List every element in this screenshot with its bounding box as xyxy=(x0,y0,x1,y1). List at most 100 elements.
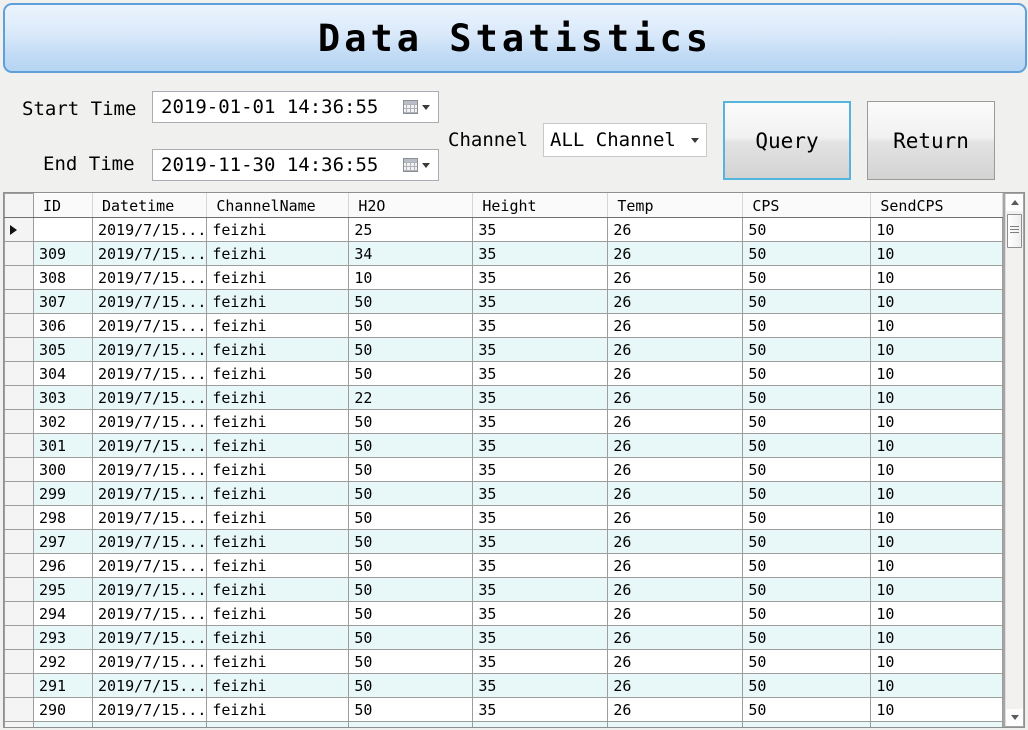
cell-id[interactable]: 289 xyxy=(33,721,93,727)
cell-height[interactable]: 35 xyxy=(472,553,609,578)
cell-height[interactable]: 35 xyxy=(472,577,609,602)
query-button[interactable]: Query xyxy=(723,101,851,180)
cell-datetime[interactable]: 2019/7/15... xyxy=(91,313,208,338)
cell-cps[interactable]: 50 xyxy=(742,337,872,362)
cell-id[interactable]: 290 xyxy=(33,697,93,722)
cell-h2o[interactable]: 50 xyxy=(348,601,474,626)
cell-cps[interactable]: 50 xyxy=(742,265,872,290)
cell-height[interactable]: 35 xyxy=(472,697,609,722)
cell-sendcps[interactable]: 10 xyxy=(870,577,1004,602)
cell-id[interactable]: 295 xyxy=(33,577,93,602)
cell-channelname[interactable]: feizhi xyxy=(206,289,350,314)
row-selector-header[interactable] xyxy=(4,193,34,218)
cell-channelname[interactable]: feizhi xyxy=(206,481,350,506)
cell-sendcps[interactable]: 10 xyxy=(870,361,1004,386)
cell-id[interactable]: 300 xyxy=(33,457,93,482)
vertical-scrollbar[interactable] xyxy=(1005,194,1023,726)
cell-channelname[interactable]: feizhi xyxy=(206,433,350,458)
row-selector[interactable] xyxy=(4,217,34,242)
cell-cps[interactable]: 50 xyxy=(742,625,872,650)
cell-datetime[interactable]: 2019/7/15... xyxy=(91,289,208,314)
cell-cps[interactable]: 50 xyxy=(742,241,872,266)
column-header-sendcps[interactable]: SendCPS xyxy=(870,193,1004,218)
row-selector[interactable] xyxy=(4,481,34,506)
row-selector[interactable] xyxy=(4,625,34,650)
cell-id[interactable]: 306 xyxy=(33,313,93,338)
cell-height[interactable]: 35 xyxy=(472,265,609,290)
cell-h2o[interactable]: 50 xyxy=(348,697,474,722)
cell-id[interactable]: 310 xyxy=(33,217,93,242)
cell-sendcps[interactable]: 10 xyxy=(870,649,1004,674)
cell-id[interactable]: 308 xyxy=(33,265,93,290)
cell-channelname[interactable]: feizhi xyxy=(206,673,350,698)
return-button[interactable]: Return xyxy=(867,101,995,180)
row-selector[interactable] xyxy=(4,385,34,410)
end-time-picker[interactable]: 2019-11-30 14:36:55 xyxy=(152,149,439,181)
end-time-dropdown-button[interactable] xyxy=(403,158,430,172)
cell-sendcps[interactable]: 10 xyxy=(870,457,1004,482)
row-selector[interactable] xyxy=(4,649,34,674)
row-selector[interactable] xyxy=(4,409,34,434)
scroll-down-button[interactable] xyxy=(1006,709,1023,726)
row-selector[interactable] xyxy=(4,601,34,626)
cell-datetime[interactable]: 2019/7/15... xyxy=(91,601,208,626)
cell-cps[interactable]: 50 xyxy=(742,649,872,674)
cell-cps[interactable]: 50 xyxy=(742,601,872,626)
cell-temp[interactable]: 26 xyxy=(607,385,744,410)
cell-cps[interactable]: 50 xyxy=(742,721,872,727)
cell-channelname[interactable]: feizhi xyxy=(206,577,350,602)
row-selector[interactable] xyxy=(4,553,34,578)
cell-height[interactable]: 35 xyxy=(472,433,609,458)
cell-height[interactable]: 35 xyxy=(472,505,609,530)
cell-temp[interactable]: 26 xyxy=(607,697,744,722)
cell-sendcps[interactable]: 10 xyxy=(870,529,1004,554)
cell-id[interactable]: 292 xyxy=(33,649,93,674)
cell-temp[interactable]: 26 xyxy=(607,337,744,362)
cell-h2o[interactable]: 22 xyxy=(348,385,474,410)
cell-id[interactable]: 291 xyxy=(33,673,93,698)
cell-temp[interactable]: 26 xyxy=(607,625,744,650)
cell-sendcps[interactable]: 10 xyxy=(870,313,1004,338)
column-header-datetime[interactable]: Datetime xyxy=(91,193,208,218)
column-header-h2o[interactable]: H2O xyxy=(348,193,474,218)
cell-id[interactable]: 305 xyxy=(33,337,93,362)
cell-temp[interactable]: 26 xyxy=(607,457,744,482)
column-header-channelname[interactable]: ChannelName xyxy=(206,193,350,218)
cell-temp[interactable]: 26 xyxy=(607,409,744,434)
column-header-temp[interactable]: Temp xyxy=(607,193,744,218)
scrollbar-thumb[interactable] xyxy=(1007,214,1022,248)
cell-sendcps[interactable]: 10 xyxy=(870,337,1004,362)
row-selector[interactable] xyxy=(4,241,34,266)
cell-temp[interactable]: 26 xyxy=(607,505,744,530)
cell-sendcps[interactable]: 10 xyxy=(870,433,1004,458)
cell-height[interactable]: 35 xyxy=(472,217,609,242)
cell-temp[interactable]: 26 xyxy=(607,289,744,314)
cell-id[interactable]: 309 xyxy=(33,241,93,266)
cell-sendcps[interactable]: 10 xyxy=(870,625,1004,650)
column-header-height[interactable]: Height xyxy=(472,193,609,218)
cell-sendcps[interactable]: 10 xyxy=(870,289,1004,314)
column-header-cps[interactable]: CPS xyxy=(742,193,872,218)
row-selector[interactable] xyxy=(4,337,34,362)
cell-datetime[interactable]: 2019/7/15... xyxy=(91,265,208,290)
cell-h2o[interactable]: 50 xyxy=(348,577,474,602)
row-selector[interactable] xyxy=(4,313,34,338)
cell-cps[interactable]: 50 xyxy=(742,481,872,506)
cell-h2o[interactable]: 34 xyxy=(348,241,474,266)
cell-temp[interactable]: 26 xyxy=(607,265,744,290)
cell-datetime[interactable]: 2019/7/15... xyxy=(91,433,208,458)
cell-channelname[interactable]: feizhi xyxy=(206,385,350,410)
cell-channelname[interactable]: feizhi xyxy=(206,217,350,242)
cell-id[interactable]: 298 xyxy=(33,505,93,530)
cell-sendcps[interactable]: 10 xyxy=(870,505,1004,530)
row-selector[interactable] xyxy=(4,721,34,727)
cell-datetime[interactable]: 2019/7/15... xyxy=(91,241,208,266)
cell-id[interactable]: 302 xyxy=(33,409,93,434)
cell-cps[interactable]: 50 xyxy=(742,673,872,698)
row-selector[interactable] xyxy=(4,697,34,722)
cell-sendcps[interactable]: 10 xyxy=(870,217,1004,242)
cell-datetime[interactable]: 2019/7/15... xyxy=(91,529,208,554)
cell-channelname[interactable]: feizhi xyxy=(206,505,350,530)
cell-id[interactable]: 296 xyxy=(33,553,93,578)
row-selector[interactable] xyxy=(4,433,34,458)
